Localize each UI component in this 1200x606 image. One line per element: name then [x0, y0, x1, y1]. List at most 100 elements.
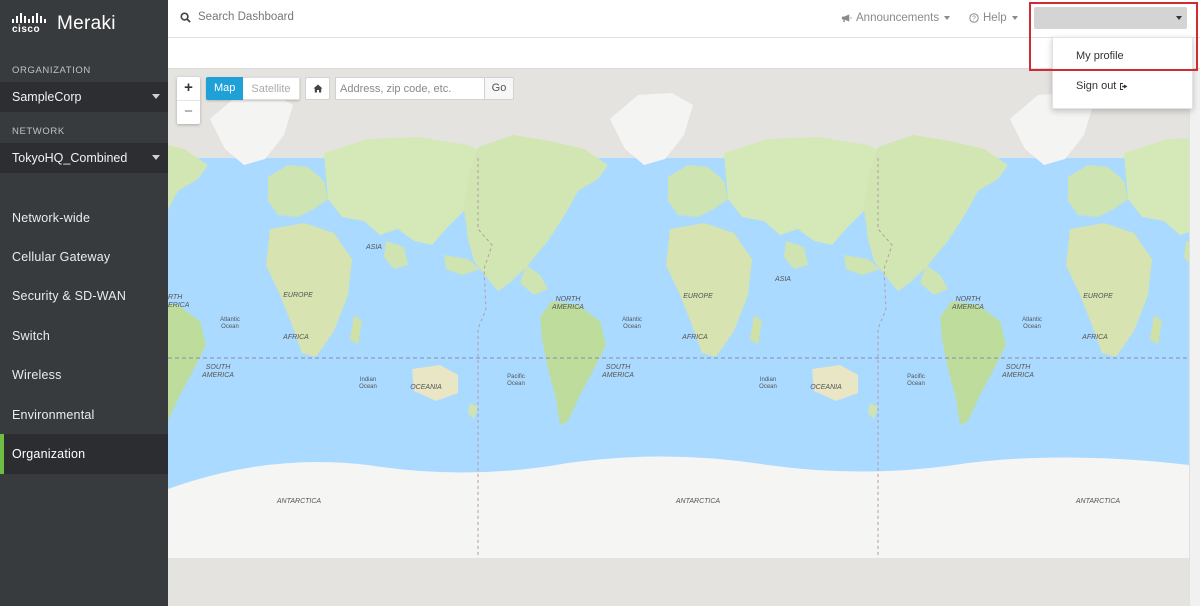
- cisco-bars-icon: [12, 13, 46, 23]
- map-label-clipped-north-america-2: ERICA: [168, 302, 190, 309]
- organization-value: SampleCorp: [12, 90, 82, 104]
- my-profile-label: My profile: [1076, 50, 1124, 62]
- map-label-europe: EUROPE: [1083, 293, 1113, 300]
- nav-item-environmental[interactable]: Environmental: [0, 395, 168, 434]
- map-canvas: RTH ERICA ASIA EUROPE AFRICA SOUTH AMERI…: [168, 93, 1189, 558]
- product-name: Meraki: [57, 13, 116, 34]
- map-type-toggle: Map Satellite: [206, 77, 300, 100]
- question-circle-icon: ?: [969, 13, 979, 23]
- nav-item-label: Environmental: [12, 407, 95, 422]
- main-nav: Network-wide Cellular Gateway Security &…: [0, 198, 168, 474]
- map-label-europe: EUROPE: [283, 292, 313, 299]
- map-label-asia: ASIA: [774, 276, 791, 283]
- cisco-logo-mark: cisco: [12, 13, 46, 35]
- cisco-wordmark: cisco: [12, 24, 41, 35]
- organization-selector[interactable]: SampleCorp: [0, 82, 168, 112]
- cisco-meraki-logo[interactable]: cisco Meraki: [12, 11, 116, 37]
- map-label-atlantic: Atlantic: [1022, 317, 1042, 323]
- map-view-button[interactable]: Map: [206, 77, 244, 100]
- map-label-pacific: Pacific: [507, 374, 525, 380]
- zoom-in-button[interactable]: +: [177, 77, 200, 100]
- map-label-indian: Indian: [360, 377, 376, 383]
- announcements-menu[interactable]: Announcements: [841, 12, 951, 24]
- caret-down-icon: [944, 16, 951, 20]
- caret-down-icon: [1176, 16, 1182, 20]
- map-label-indian-ocean: Ocean: [759, 384, 777, 390]
- world-map[interactable]: RTH ERICA ASIA EUROPE AFRICA SOUTH AMERI…: [168, 69, 1189, 606]
- search-placeholder: Search Dashboard: [198, 11, 294, 23]
- nav-item-cellular-gateway[interactable]: Cellular Gateway: [0, 237, 168, 276]
- map-label-pacific-ocean: Ocean: [907, 381, 925, 387]
- nav-item-security-sd-wan[interactable]: Security & SD-WAN: [0, 277, 168, 316]
- map-label-oceania: OCEANIA: [410, 384, 442, 391]
- sign-out-link[interactable]: Sign out: [1076, 80, 1129, 92]
- announcements-label: Announcements: [856, 12, 940, 24]
- map-label-antarctica: ANTARCTICA: [276, 498, 322, 505]
- help-menu[interactable]: ? Help: [969, 12, 1018, 24]
- map-label-clipped-north-america-1: RTH: [168, 294, 183, 301]
- page-subheader: [168, 38, 1200, 69]
- home-icon: [313, 84, 322, 93]
- megaphone-icon: [841, 14, 852, 23]
- nav-item-label: Network-wide: [12, 210, 91, 225]
- nav-item-organization[interactable]: Organization: [0, 434, 168, 474]
- sign-out-label: Sign out: [1076, 80, 1117, 92]
- caret-down-icon: [152, 94, 160, 99]
- zoom-out-button[interactable]: −: [177, 100, 200, 123]
- user-dropdown-menu: My profile Sign out: [1052, 37, 1193, 109]
- map-label-atlantic-ocean: Ocean: [1023, 324, 1041, 330]
- help-label: Help: [983, 12, 1007, 24]
- nav-item-label: Cellular Gateway: [12, 250, 111, 265]
- map-label-south-america-1: SOUTH: [1006, 364, 1031, 371]
- sidebar: cisco Meraki ORGANIZATION SampleCorp NET…: [0, 0, 168, 606]
- organization-label: ORGANIZATION: [12, 65, 91, 76]
- address-search-input[interactable]: [335, 77, 484, 100]
- user-menu-toggle[interactable]: [1034, 7, 1187, 29]
- map-label-south-america-2: AMERICA: [1001, 372, 1034, 379]
- map-label-atlantic-ocean: Ocean: [623, 324, 641, 330]
- sign-out-icon: [1120, 82, 1128, 90]
- map-label-asia: ASIA: [365, 244, 382, 251]
- caret-down-icon: [1011, 16, 1018, 20]
- map-label-antarctica: ANTARCTICA: [1075, 498, 1121, 505]
- map-label-africa: AFRICA: [282, 334, 309, 341]
- top-bar: Search Dashboard Announcements ? Help: [168, 0, 1200, 38]
- network-selector[interactable]: TokyoHQ_Combined: [0, 143, 168, 173]
- nav-item-label: Organization: [12, 447, 86, 462]
- nav-item-label: Wireless: [12, 368, 62, 383]
- search-icon: [180, 11, 191, 23]
- home-button[interactable]: [305, 77, 330, 100]
- nav-item-network-wide[interactable]: Network-wide: [0, 198, 168, 237]
- search-dashboard[interactable]: Search Dashboard: [180, 11, 294, 23]
- caret-down-icon: [152, 155, 160, 160]
- go-button[interactable]: Go: [484, 77, 514, 100]
- nav-item-label: Security & SD-WAN: [12, 289, 127, 304]
- map-label-south-america-2: AMERICA: [201, 372, 234, 379]
- map-label-pacific-ocean: Ocean: [507, 381, 525, 387]
- map-label-africa: AFRICA: [681, 334, 708, 341]
- map-label-indian: Indian: [760, 377, 776, 383]
- svg-text:?: ?: [972, 15, 976, 22]
- nav-item-switch[interactable]: Switch: [0, 316, 168, 355]
- map-label-south-america-1: SOUTH: [606, 364, 631, 371]
- map-label-europe: EUROPE: [683, 293, 713, 300]
- map-label-africa: AFRICA: [1081, 334, 1108, 341]
- map-label-atlantic: Atlantic: [220, 317, 240, 323]
- nav-item-wireless[interactable]: Wireless: [0, 356, 168, 395]
- network-label: NETWORK: [12, 126, 65, 137]
- map-label-north-america-1: NORTH: [556, 296, 582, 303]
- map-label-indian-ocean: Ocean: [359, 384, 377, 390]
- map-label-south-america-2: AMERICA: [601, 372, 634, 379]
- nav-item-label: Switch: [12, 328, 51, 343]
- map-label-south-america-1: SOUTH: [206, 364, 231, 371]
- map-label-atlantic: Atlantic: [622, 317, 642, 323]
- map-label-north-america-1: NORTH: [956, 296, 982, 303]
- map-label-antarctica: ANTARCTICA: [675, 498, 721, 505]
- map-label-pacific: Pacific: [907, 374, 925, 380]
- network-value: TokyoHQ_Combined: [12, 151, 128, 165]
- page-scrollbar[interactable]: [1189, 69, 1200, 606]
- my-profile-link[interactable]: My profile: [1076, 50, 1124, 62]
- map-zoom-control: + −: [177, 77, 200, 124]
- map-label-north-america-2: AMERICA: [551, 304, 584, 311]
- satellite-view-button[interactable]: Satellite: [243, 77, 300, 100]
